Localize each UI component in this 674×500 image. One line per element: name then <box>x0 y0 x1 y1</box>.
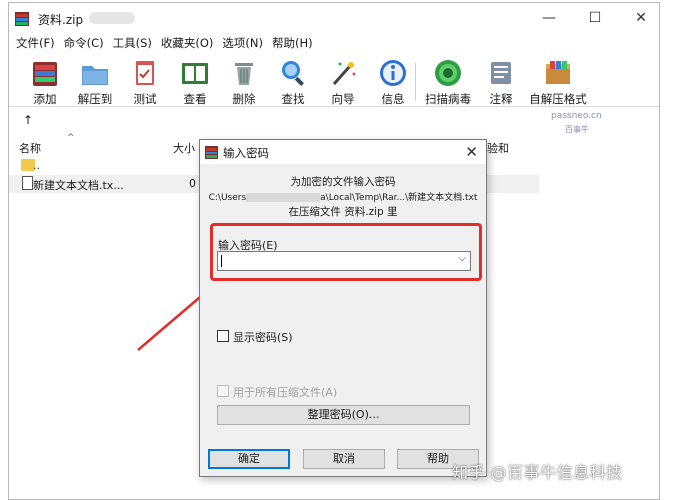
tool-find-label: 查找 <box>281 92 305 106</box>
text-file-icon <box>22 176 33 190</box>
tool-add[interactable]: 添加 <box>25 55 65 107</box>
path-suffix: a\Local\Temp\Rar...\新建文本文档.txt <box>320 193 478 203</box>
column-size-header[interactable]: 大小 <box>173 140 195 156</box>
tool-test-label: 测试 <box>133 92 157 106</box>
tool-info[interactable]: 信息 <box>373 55 413 107</box>
toolbar: 添加 解压到 测试 查看 删除 查找 向导 信息 扫描病毒 注释 自解压格式 <box>9 55 659 107</box>
watermark-top-url: passneo.cn <box>551 111 602 121</box>
tool-delete-label: 删除 <box>232 92 256 106</box>
ok-button[interactable]: 确定 <box>208 449 290 469</box>
sort-caret-icon: ^ <box>67 133 75 143</box>
menu-help[interactable]: 帮助(H) <box>272 35 313 51</box>
dialog-file-path: C:\Users a\Local\Temp\Rar...\新建文本文档.txt <box>200 190 486 203</box>
winrar-dialog-icon <box>205 146 218 159</box>
up-folder-arrow-icon[interactable]: ↑ <box>23 113 33 127</box>
dialog-close-button[interactable]: ✕ <box>465 143 478 161</box>
menu-tools[interactable]: 工具(S) <box>113 35 152 51</box>
virus-scan-icon <box>435 60 461 86</box>
column-name-header[interactable]: 名称 <box>19 140 41 156</box>
list-item-size: 0 <box>189 177 196 190</box>
watermark-bottom: 知乎 @百事牛信息科技 <box>452 463 623 482</box>
highlight-box <box>210 223 482 281</box>
menu-commands[interactable]: 命令(C) <box>64 35 104 51</box>
add-archive-icon <box>33 62 57 86</box>
use-for-all-label: 用于所有压缩文件(A) <box>233 386 338 399</box>
show-password-checkbox[interactable] <box>217 330 229 342</box>
path-redaction <box>246 193 321 202</box>
dialog-title-bar: 输入密码 ✕ <box>200 140 486 164</box>
sfx-icon <box>546 61 570 84</box>
tool-wizard[interactable]: 向导 <box>323 55 363 107</box>
info-icon <box>380 60 406 86</box>
title-redaction <box>89 12 135 24</box>
extract-to-icon <box>82 66 108 85</box>
path-prefix: C:\Users <box>208 193 247 203</box>
cancel-button[interactable]: 取消 <box>303 449 385 469</box>
title-bar: 资料.zip — ☐ ✕ <box>9 3 659 33</box>
tool-add-label: 添加 <box>33 92 57 106</box>
trash-icon <box>235 63 253 85</box>
menu-options[interactable]: 选项(N) <box>222 35 263 51</box>
tool-view[interactable]: 查看 <box>175 55 215 107</box>
maximize-button[interactable]: ☐ <box>575 7 615 29</box>
tool-find[interactable]: 查找 <box>273 55 313 107</box>
tool-test[interactable]: 测试 <box>125 55 165 107</box>
dialog-info-line1: 为加密的文件输入密码 <box>290 176 396 188</box>
wizard-icon <box>332 62 356 85</box>
view-icon <box>182 63 208 84</box>
window-title: 资料.zip <box>38 13 84 27</box>
tool-comment-label: 注释 <box>489 92 513 106</box>
list-item-name: 新建文本文档.tx... <box>33 179 124 192</box>
tool-delete[interactable]: 删除 <box>224 55 264 107</box>
dialog-info-line3: 在压缩文件 资料.zip 里 <box>288 206 398 218</box>
password-dialog: 输入密码 ✕ 为加密的文件输入密码 C:\Users a\Local\Temp\R… <box>199 139 487 477</box>
close-button[interactable]: ✕ <box>621 7 661 29</box>
tool-sfx[interactable]: 自解压格式 <box>527 55 589 107</box>
menu-favorites[interactable]: 收藏夹(O) <box>161 35 214 51</box>
find-icon <box>282 61 304 86</box>
dialog-title: 输入密码 <box>223 146 269 160</box>
tool-virus-scan-label: 扫描病毒 <box>425 92 471 106</box>
test-icon <box>136 61 154 85</box>
watermark-top-brand: 百事牛 <box>565 125 589 134</box>
organize-passwords-button[interactable]: 整理密码(O)... <box>217 405 470 425</box>
column-checksum-header[interactable]: 验和 <box>487 140 509 156</box>
menu-bar: 文件(F) 命令(C) 工具(S) 收藏夹(O) 选项(N) 帮助(H) <box>9 33 659 53</box>
tool-view-label: 查看 <box>183 92 207 106</box>
comment-icon <box>491 62 511 84</box>
winrar-app-icon <box>15 12 29 26</box>
list-item-name: .. <box>33 159 40 172</box>
tool-virus-scan[interactable]: 扫描病毒 <box>421 55 475 107</box>
tool-sfx-label: 自解压格式 <box>529 92 587 106</box>
tool-extract-to[interactable]: 解压到 <box>73 55 117 107</box>
tool-comment[interactable]: 注释 <box>481 55 521 107</box>
tool-wizard-label: 向导 <box>331 92 355 106</box>
tool-extract-to-label: 解压到 <box>77 92 113 106</box>
toolbar-separator <box>415 63 416 101</box>
tool-info-label: 信息 <box>381 92 405 106</box>
menu-file[interactable]: 文件(F) <box>16 35 55 51</box>
use-for-all-checkbox[interactable] <box>217 385 229 397</box>
show-password-label[interactable]: 显示密码(S) <box>233 329 293 345</box>
minimize-button[interactable]: — <box>529 7 569 29</box>
